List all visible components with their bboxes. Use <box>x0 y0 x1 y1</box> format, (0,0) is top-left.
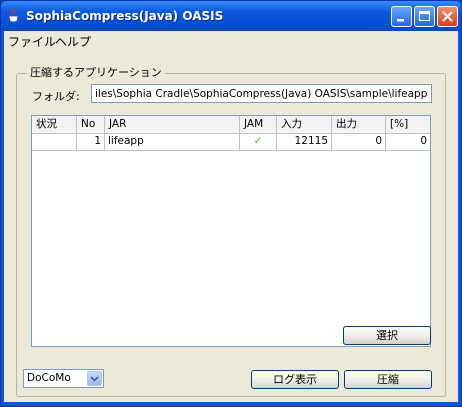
column-header-jar[interactable]: JAR <box>105 116 240 133</box>
dropdown-button[interactable] <box>87 371 102 386</box>
cell-status <box>32 133 77 150</box>
java-cup-icon <box>8 8 20 23</box>
maximize-button[interactable] <box>414 6 435 27</box>
carrier-selected-value: DoCoMo <box>27 372 71 384</box>
folder-label: フォルダ: <box>32 90 80 103</box>
carrier-combobox[interactable]: DoCoMo <box>23 369 104 388</box>
window-title: SophiaCompress(Java) OASIS <box>26 9 224 23</box>
minimize-button[interactable] <box>391 6 412 27</box>
compress-button[interactable]: 圧縮 <box>344 370 432 389</box>
menu-bar: ファイル ヘルプ <box>4 31 458 49</box>
client-area: ファイル ヘルプ 圧縮するアプリケーション フォルダ: 状況 No JAR JA… <box>4 31 458 402</box>
select-button[interactable]: 選択 <box>343 326 431 345</box>
menu-file[interactable]: ファイル <box>8 33 56 50</box>
groupbox-title: 圧縮するアプリケーション <box>27 64 165 80</box>
folder-path-field[interactable] <box>91 84 432 103</box>
column-header-status[interactable]: 状況 <box>32 116 77 133</box>
app-window: SophiaCompress(Java) OASIS ファイル ヘルプ 圧縮する… <box>0 0 462 407</box>
column-header-no[interactable]: No <box>77 116 105 133</box>
menu-help[interactable]: ヘルプ <box>55 33 91 50</box>
column-header-input[interactable]: 入力 <box>277 116 332 133</box>
close-icon <box>442 11 453 22</box>
title-bar[interactable]: SophiaCompress(Java) OASIS <box>1 1 461 31</box>
column-header-output[interactable]: 出力 <box>332 116 386 133</box>
cell-percent: 0 <box>420 135 427 147</box>
minimize-icon <box>397 19 404 22</box>
cell-no: 1 <box>77 133 105 150</box>
column-header-jam[interactable]: JAM <box>240 116 277 133</box>
close-button[interactable] <box>437 6 458 27</box>
show-log-button[interactable]: ログ表示 <box>251 370 339 389</box>
column-header-percent[interactable]: [%] <box>386 116 430 133</box>
cell-input: 12115 <box>277 133 332 150</box>
chevron-down-icon <box>90 376 99 382</box>
cell-jar: lifeapp <box>105 133 240 150</box>
folder-path-input[interactable] <box>92 85 431 102</box>
table-header: 状況 No JAR JAM 入力 出力 [%] <box>32 116 430 134</box>
cell-output: 0 <box>332 133 386 150</box>
table-row[interactable]: 1 lifeapp ✓ 12115 0 0 <box>32 133 430 151</box>
jam-check-icon: ✓ <box>240 133 277 150</box>
jar-table: 状況 No JAR JAM 入力 出力 [%] 1 lifeapp ✓ 1211… <box>31 115 431 347</box>
maximize-icon <box>419 11 430 21</box>
